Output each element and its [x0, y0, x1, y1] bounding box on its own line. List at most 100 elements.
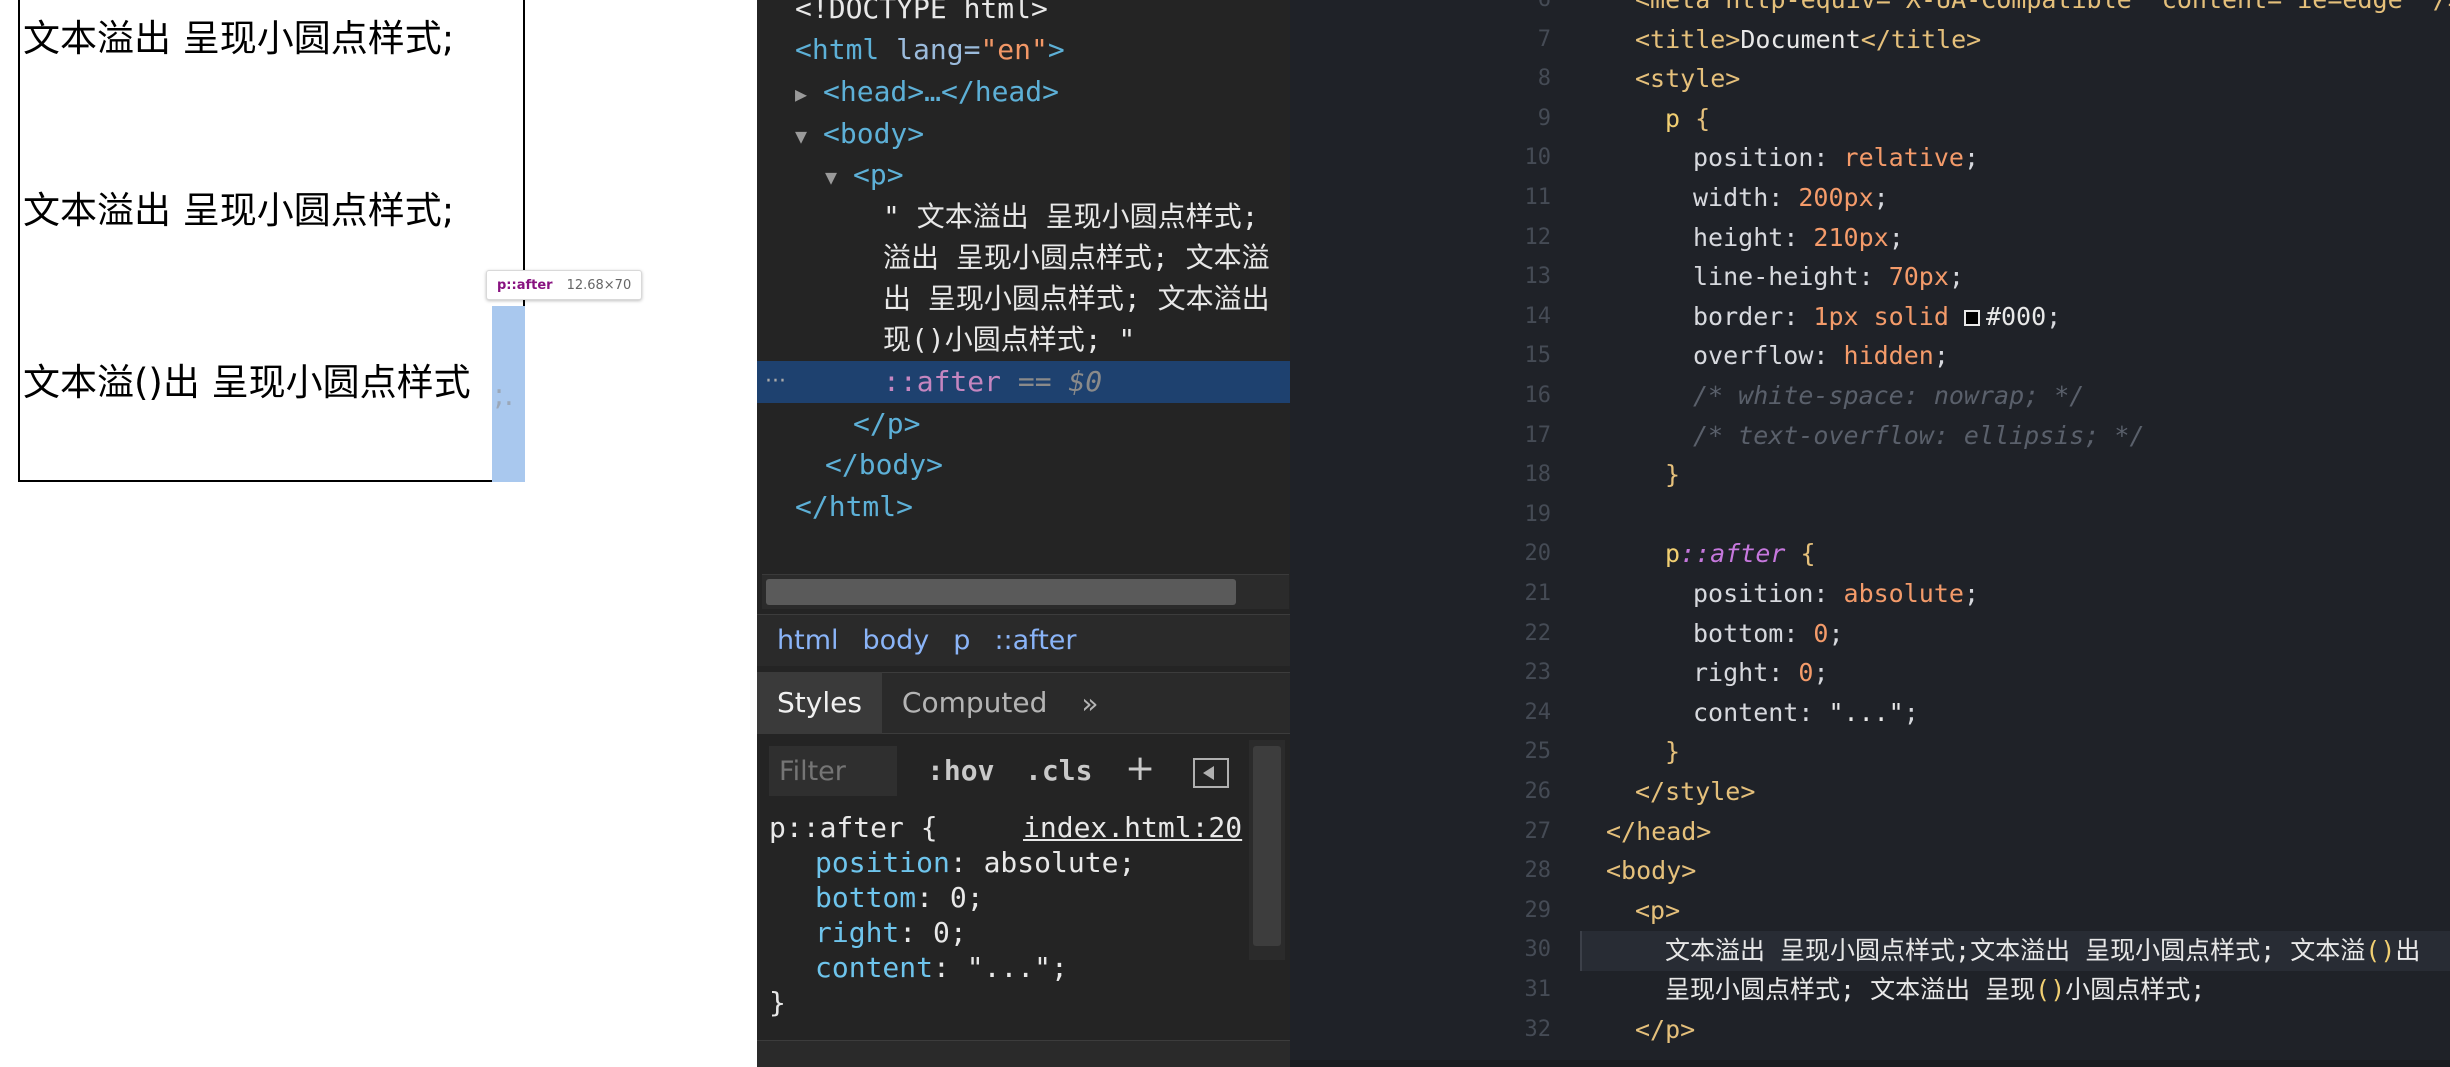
color-swatch-icon[interactable] — [1963, 310, 1980, 326]
after-pseudo-content: ;. — [494, 378, 514, 413]
style-rule: p::after { index.html:20 position: absol… — [769, 810, 1247, 1020]
dom-text-line-1[interactable]: " 文本溢出 呈现小圆点样式; — [883, 196, 1258, 238]
code-line-21: position: absolute; — [1693, 579, 1980, 608]
breadcrumb-body[interactable]: body — [863, 625, 930, 656]
code-line-9: p { — [1665, 104, 1711, 133]
code-line-14: border: 1px solid #000; — [1693, 302, 2062, 331]
code-line-32: </p> — [1635, 1015, 1696, 1044]
code-line-25: } — [1665, 737, 1681, 766]
code-line-24: content: "..."; — [1693, 698, 1919, 727]
code-line-10: position: relative; — [1693, 143, 1980, 172]
dom-tree: ··· <!DOCTYPE html> <html lang="en"> ▶ <h… — [757, 0, 1290, 610]
dom-head[interactable]: ▶ <head>…</head> — [795, 71, 1059, 115]
more-tabs-icon[interactable]: » — [1067, 687, 1112, 720]
toggle-sidebar-icon[interactable] — [1193, 758, 1229, 788]
scrollbar-thumb[interactable] — [766, 579, 1236, 605]
demo-paragraph: 文本溢出 呈现小圆点样式; 文本溢出 呈现小圆点样式; 文本溢()出 呈现小圆点… — [18, 0, 525, 482]
line-number: 17 — [1524, 423, 1552, 448]
line-number: 31 — [1524, 977, 1552, 1002]
line-number: 10 — [1524, 145, 1552, 170]
dom-text-line-4[interactable]: 现()小圆点样式; " — [883, 319, 1135, 361]
code-line-8: <style> — [1635, 64, 1741, 93]
tooltip-selector: p::after — [497, 277, 553, 293]
line-number: 7 — [1537, 27, 1551, 52]
line-number: 9 — [1537, 106, 1551, 131]
horizontal-scrollbar[interactable] — [762, 574, 1289, 609]
line-number: 20 — [1524, 541, 1552, 566]
line-number: 16 — [1524, 383, 1552, 408]
breadcrumb-html[interactable]: html — [777, 625, 839, 656]
code-line-16: /* white-space: nowrap; */ — [1693, 381, 2085, 410]
code-line-17: /* text-overflow: ellipsis; */ — [1693, 421, 2145, 450]
filter-input[interactable] — [769, 746, 897, 796]
line-number: 28 — [1524, 858, 1552, 883]
dom-text-line-2[interactable]: 溢出 呈现小圆点样式; 文本溢 — [883, 237, 1270, 279]
expand-triangle-icon[interactable]: ▶ — [795, 73, 823, 115]
rule-header: p::after { index.html:20 — [769, 810, 1247, 845]
line-number: 24 — [1524, 700, 1552, 725]
editor-bottom-edge — [1290, 1060, 2450, 1067]
hov-button[interactable]: :hov — [927, 754, 994, 787]
more-icon[interactable]: ··· — [765, 361, 786, 403]
dom-p-open[interactable]: ▼ <p> — [825, 154, 904, 198]
line-number: 30 — [1524, 937, 1552, 962]
tooltip-size: 12.68×70 — [566, 277, 632, 293]
line-number: 13 — [1524, 264, 1552, 289]
line-number: 11 — [1524, 185, 1552, 210]
line-number: 8 — [1537, 66, 1551, 91]
dom-body-close[interactable]: </body> — [825, 444, 943, 486]
code-line-6: <meta http-equiv="X-UA-Compatible" conte… — [1635, 0, 2450, 20]
line-number: 25 — [1524, 739, 1552, 764]
line-number: 23 — [1524, 660, 1552, 685]
rule-decl-bottom[interactable]: bottom: 0; — [769, 880, 1247, 915]
demo-line-2: 文本溢出 呈现小圆点样式; — [23, 189, 455, 232]
scrollbar-thumb[interactable] — [1253, 746, 1281, 946]
rule-selector[interactable]: p::after { — [769, 811, 938, 844]
styles-tab-bar: Styles Computed » — [757, 672, 1290, 734]
line-number: 21 — [1524, 581, 1552, 606]
code-line-29: <p> — [1635, 896, 1681, 925]
line-number: 27 — [1524, 819, 1552, 844]
code-line-23: right: 0; — [1693, 658, 1829, 687]
code-editor[interactable]: 6 7 8 9 10 11 12 13 14 15 16 17 18 19 20… — [1290, 0, 2450, 1067]
rule-decl-content[interactable]: content: "..."; — [769, 950, 1247, 985]
browser-preview: 文本溢出 呈现小圆点样式; 文本溢出 呈现小圆点样式; 文本溢()出 呈现小圆点… — [0, 0, 757, 1067]
code-line-27: </head> — [1606, 817, 1712, 846]
demo-line-1: 文本溢出 呈现小圆点样式; — [23, 17, 455, 60]
code-line-31: 呈现小圆点样式; 文本溢出 呈现()小圆点样式; — [1665, 975, 2206, 1004]
tab-computed[interactable]: Computed — [882, 672, 1067, 734]
code-line-12: height: 210px; — [1693, 223, 1904, 252]
new-rule-button[interactable]: + — [1125, 748, 1155, 789]
breadcrumb-after[interactable]: ::after — [994, 625, 1076, 656]
rule-decl-right[interactable]: right: 0; — [769, 915, 1247, 950]
rule-source-link[interactable]: index.html:20 — [1023, 810, 1242, 845]
code-line-30: 文本溢出 呈现小圆点样式;文本溢出 呈现小圆点样式; 文本溢()出 — [1665, 936, 2421, 965]
tab-styles[interactable]: Styles — [757, 672, 882, 734]
line-number: 29 — [1524, 898, 1552, 923]
dom-text-line-3[interactable]: 出 呈现小圆点样式; 文本溢出 — [883, 278, 1270, 320]
breadcrumb-p[interactable]: p — [953, 625, 970, 656]
dom-html-close[interactable]: </html> — [795, 486, 913, 528]
line-number: 26 — [1524, 779, 1552, 804]
inspect-tooltip: p::after 12.68×70 — [486, 270, 643, 300]
rule-decl-position[interactable]: position: absolute; — [769, 845, 1247, 880]
code-line-22: bottom: 0; — [1693, 619, 1844, 648]
cls-button[interactable]: .cls — [1025, 754, 1092, 787]
collapse-triangle-icon[interactable]: ▼ — [825, 156, 853, 198]
code-line-26: </style> — [1635, 777, 1756, 806]
vertical-scrollbar[interactable] — [1249, 740, 1285, 960]
dom-after-pseudo[interactable]: ::after == $0 — [883, 361, 1102, 403]
line-number: 32 — [1524, 1017, 1552, 1042]
line-number: 14 — [1524, 304, 1552, 329]
line-number: 22 — [1524, 621, 1552, 646]
dom-body-open[interactable]: ▼ <body> — [795, 113, 924, 157]
dom-doctype[interactable]: <!DOCTYPE html> — [795, 0, 1048, 30]
dom-p-close[interactable]: </p> — [853, 403, 920, 445]
collapse-triangle-icon[interactable]: ▼ — [795, 115, 823, 157]
line-number: 15 — [1524, 343, 1552, 368]
code-line-18: } — [1665, 460, 1681, 489]
line-number: 18 — [1524, 462, 1552, 487]
breadcrumb: html body p ::after — [757, 614, 1290, 666]
styles-toolbar: :hov .cls + — [757, 736, 1290, 808]
dom-html-open[interactable]: <html lang="en"> — [795, 29, 1065, 71]
